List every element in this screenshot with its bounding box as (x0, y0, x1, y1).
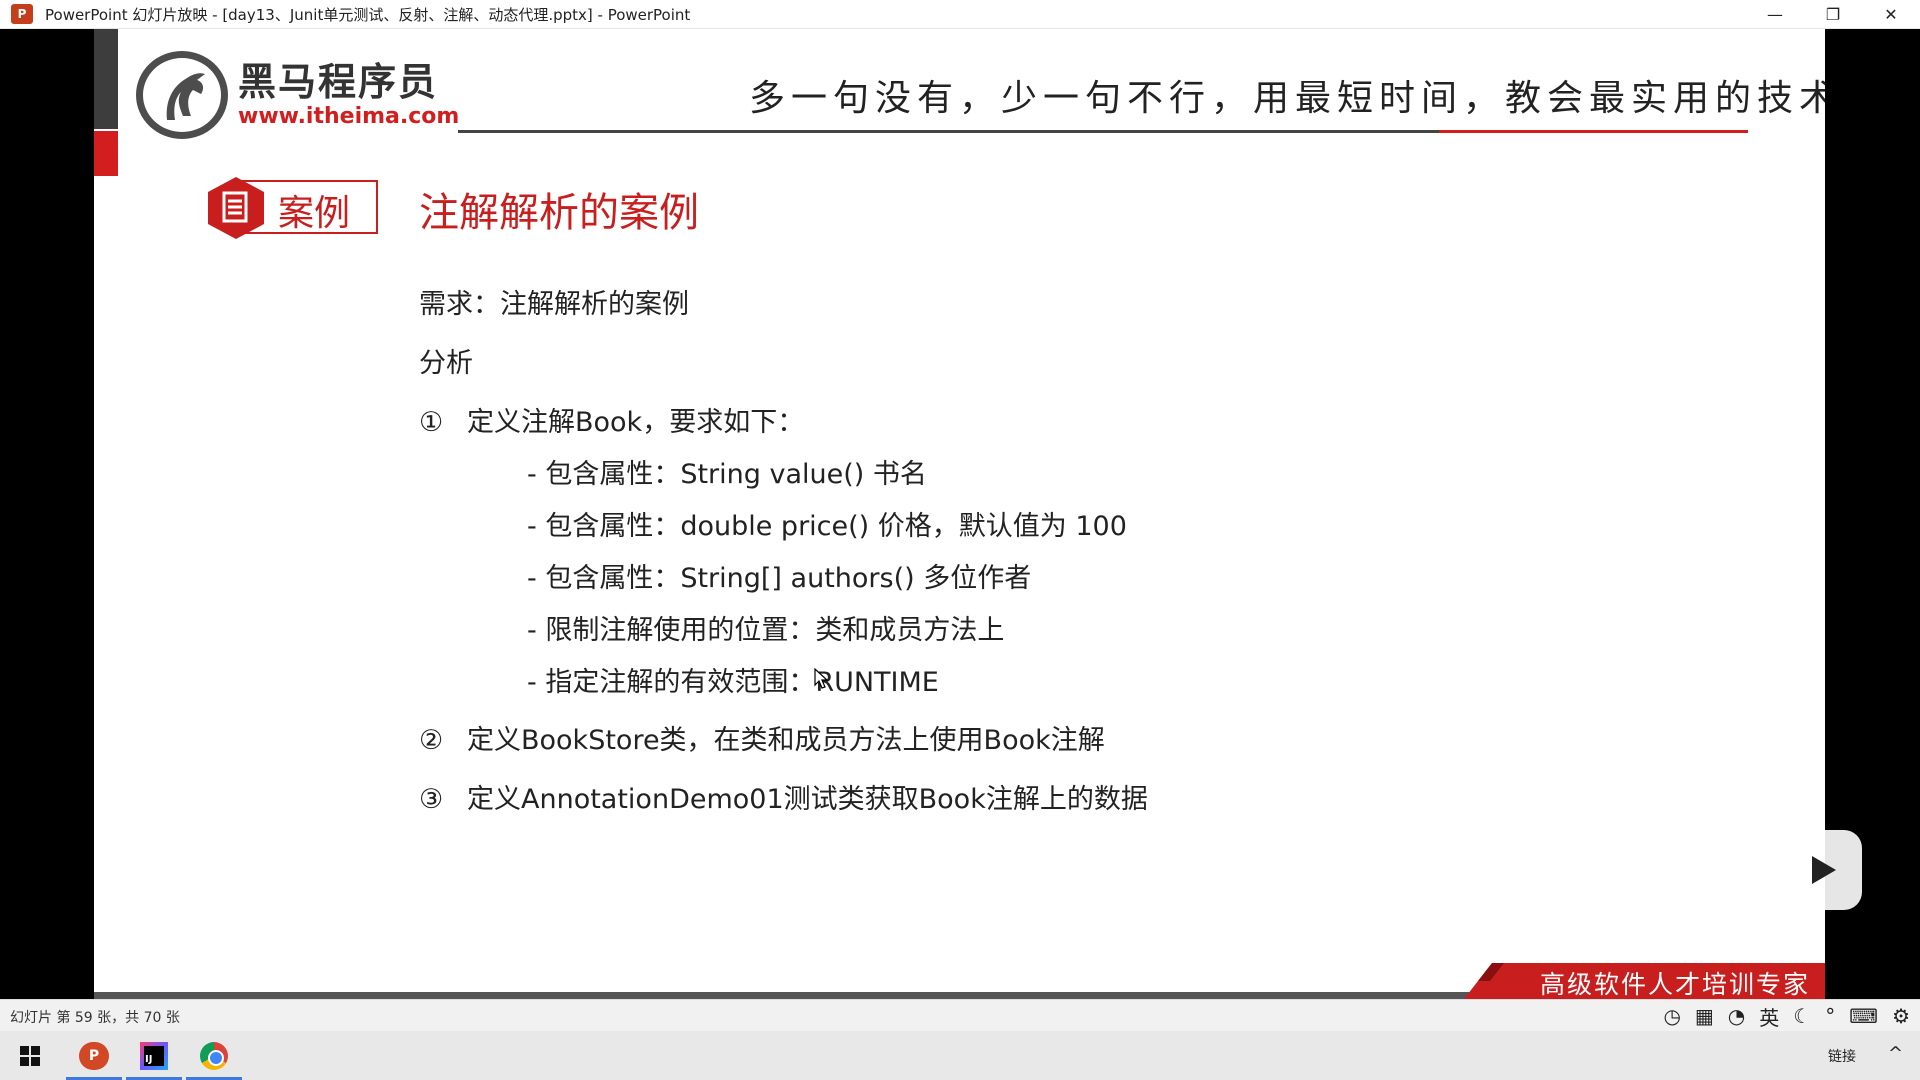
statusbar-icons: ◷ ▦ ◔ 英 ☾ ° ⌨ ⚙ (1663, 1002, 1910, 1030)
intellij-icon: IJ (140, 1041, 168, 1070)
slogan-underline-accent (1439, 130, 1748, 133)
footer-tag-label: 高级软件人才培训专家 (1540, 970, 1811, 999)
windows-logo-icon (20, 1045, 40, 1066)
close-button[interactable]: ✕ (1862, 0, 1920, 29)
video-play-overlay-icon[interactable] (1780, 830, 1862, 910)
taskbar-intellij[interactable]: IJ (124, 1031, 184, 1080)
decor-bar-gray (94, 29, 118, 129)
step-number: ① (419, 407, 444, 438)
step-number: ② (419, 725, 444, 756)
taskbar: P IJ 链接 ^ (0, 1031, 1920, 1080)
document-icon (208, 177, 264, 239)
slide-title: 注解解析的案例 (419, 190, 699, 236)
tray-overflow-icon[interactable]: ^ (1888, 1043, 1903, 1064)
statusbar: 幻灯片 第 59 张，共 70 张 ◷ ▦ ◔ 英 ☾ ° ⌨ ⚙ (0, 999, 1920, 1031)
sub-item: - 包含属性：String[] authors() 多位作者 (527, 563, 1032, 594)
ime-language[interactable]: 英 (1759, 1002, 1779, 1031)
view-grid-icon[interactable]: ▦ (1695, 1004, 1714, 1028)
case-badge: 案例 (206, 175, 378, 239)
step-1: ① 定义注解Book，要求如下： (419, 400, 804, 439)
slide-counter: 幻灯片 第 59 张，共 70 张 (10, 1010, 180, 1026)
window-controls: — ❐ ✕ (1746, 0, 1920, 29)
restore-button[interactable]: ❐ (1804, 0, 1862, 29)
mouse-cursor-icon (814, 668, 828, 689)
powerpoint-icon: P (79, 1041, 109, 1070)
taskbar-chrome[interactable] (184, 1031, 244, 1080)
sub-item: - 限制注解使用的位置：类和成员方法上 (527, 615, 1005, 646)
horse-logo-icon (136, 51, 228, 139)
case-badge-label: 案例 (278, 193, 351, 234)
powerpoint-app-icon: P (11, 4, 33, 24)
step-text: 定义AnnotationDemo01测试类获取Book注解上的数据 (467, 784, 1148, 815)
step-3: ③ 定义AnnotationDemo01测试类获取Book注解上的数据 (419, 777, 1148, 816)
step-text: 定义BookStore类，在类和成员方法上使用Book注解 (467, 725, 1105, 756)
slogan: 多一句没有，少一句不行，用最短时间，教会最实用的技术！ (749, 78, 1825, 119)
step-text: 定义注解Book，要求如下： (467, 407, 805, 438)
footer-tag: 高级软件人才培训专家 (1464, 963, 1825, 999)
analysis-heading: 分析 (419, 348, 473, 379)
notes-icon[interactable]: ◷ (1663, 1004, 1680, 1028)
chrome-icon (200, 1041, 228, 1070)
decor-bar-red (94, 131, 118, 176)
window-title: PowerPoint 幻灯片放映 - [day13、Junit单元测试、反射、注… (45, 5, 691, 24)
sub-item: - 包含属性：String value() 书名 (527, 459, 927, 490)
requirement-line: 需求：注解解析的案例 (419, 289, 689, 320)
sub-item: - 指定注解的有效范围：RUNTIME (527, 667, 939, 698)
taskbar-powerpoint[interactable]: P (64, 1031, 124, 1080)
windows-start-button[interactable] (0, 1031, 60, 1080)
logo-chinese-name: 黑马程序员 (238, 60, 439, 104)
step-2: ② 定义BookStore类，在类和成员方法上使用Book注解 (419, 718, 1105, 757)
logo-url: www.itheima.com (238, 104, 460, 129)
ime-icon[interactable]: ◔ (1728, 1004, 1745, 1028)
slide-canvas[interactable]: 黑马程序员 www.itheima.com 多一句没有，少一句不行，用最短时间，… (94, 29, 1825, 999)
gear-icon[interactable]: ⚙ (1892, 1004, 1910, 1028)
tray-link-label[interactable]: 链接 (1828, 1046, 1856, 1066)
step-number: ③ (419, 784, 444, 815)
itheima-logo: 黑马程序员 www.itheima.com (136, 51, 459, 139)
keyboard-icon[interactable]: ⌨ (1849, 1004, 1878, 1028)
window-titlebar: P PowerPoint 幻灯片放映 - [day13、Junit单元测试、反射… (0, 0, 1920, 29)
minimize-button[interactable]: — (1746, 0, 1804, 29)
moon-icon[interactable]: ☾ (1793, 1004, 1811, 1028)
sub-item: - 包含属性：double price() 价格，默认值为 100 (527, 511, 1127, 542)
punctuation-icon[interactable]: ° (1825, 1004, 1835, 1028)
